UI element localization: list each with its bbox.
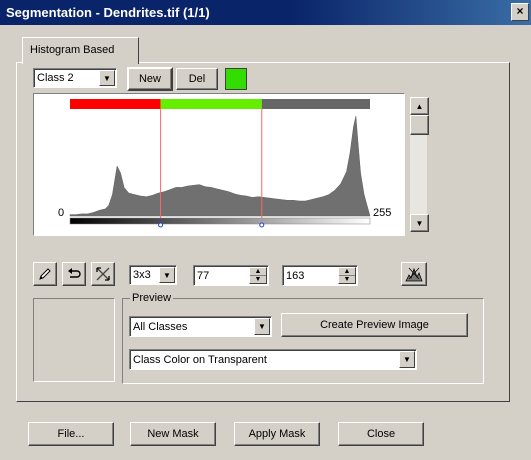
histogram-panel[interactable]: 0 255 xyxy=(33,93,405,236)
upper-threshold-stepper[interactable]: 163 ▲ ▼ xyxy=(282,265,358,286)
spin-up-icon[interactable]: ▲ xyxy=(250,268,266,275)
new-class-label: New xyxy=(138,73,161,85)
window-title: Segmentation - Dendrites.tif (1/1) xyxy=(6,5,210,20)
scroll-up-icon[interactable]: ▲ xyxy=(410,97,429,115)
new-class-button[interactable]: New xyxy=(127,67,173,91)
histogram-peaks-icon xyxy=(405,267,423,282)
spin-down-icon[interactable]: ▼ xyxy=(250,275,266,283)
close-button[interactable]: Close xyxy=(338,422,424,446)
class-color-fill xyxy=(226,69,246,89)
upper-threshold-value: 163 xyxy=(286,269,305,282)
display-mode-value: Class Color on Transparent xyxy=(133,353,267,366)
preview-classes-value: All Classes xyxy=(133,320,188,333)
delete-class-label: Del xyxy=(188,73,206,85)
tab-histogram-based[interactable]: Histogram Based xyxy=(22,37,139,64)
new-mask-label: New Mask xyxy=(147,428,199,440)
spin-up-icon[interactable]: ▲ xyxy=(339,268,355,275)
tab-label: Histogram Based xyxy=(30,44,115,56)
histogram-chart[interactable]: 0 255 xyxy=(34,94,404,235)
threshold-handle-2[interactable] xyxy=(259,222,265,228)
close-icon[interactable]: × xyxy=(511,3,529,21)
class-band-3[interactable] xyxy=(261,99,370,109)
histogram-max-label: 255 xyxy=(373,207,391,219)
preview-group xyxy=(122,298,484,384)
file-button-label: File... xyxy=(57,428,85,440)
chevron-down-icon[interactable]: ▼ xyxy=(254,318,270,335)
histogram-scrollbar[interactable]: ▲ ▼ xyxy=(410,97,429,232)
preview-classes-select[interactable]: All Classes ▼ xyxy=(129,316,272,337)
histogram-profile xyxy=(69,115,371,217)
kernel-size-value: 3x3 xyxy=(133,269,151,281)
create-preview-label: Create Preview Image xyxy=(320,319,429,331)
class-band-1[interactable] xyxy=(70,99,161,109)
class-select[interactable]: Class 2 ▼ xyxy=(33,68,117,88)
gray-ramp xyxy=(69,217,371,225)
histogram-view-button[interactable] xyxy=(401,262,427,286)
class-band-2[interactable] xyxy=(160,99,262,109)
file-button[interactable]: File... xyxy=(28,422,114,446)
pencil-tool-button[interactable] xyxy=(33,262,57,286)
preview-legend: Preview xyxy=(130,292,174,304)
close-button-label: Close xyxy=(366,428,396,440)
lower-threshold-spinner[interactable]: ▲ ▼ xyxy=(249,267,267,284)
class-color-swatch[interactable] xyxy=(225,68,247,90)
upper-threshold-spinner[interactable]: ▲ ▼ xyxy=(338,267,356,284)
chevron-down-icon[interactable]: ▼ xyxy=(159,267,175,283)
scroll-down-icon[interactable]: ▼ xyxy=(410,214,429,232)
new-mask-button[interactable]: New Mask xyxy=(130,422,216,446)
chevron-down-icon[interactable]: ▼ xyxy=(99,70,115,86)
spin-down-icon[interactable]: ▼ xyxy=(339,275,355,283)
scroll-thumb[interactable] xyxy=(410,115,429,135)
undo-icon xyxy=(68,268,81,278)
histogram-min-label: 0 xyxy=(58,207,64,219)
lower-threshold-stepper[interactable]: 77 ▲ ▼ xyxy=(193,265,269,286)
kernel-size-select[interactable]: 3x3 ▼ xyxy=(129,265,177,285)
display-mode-select[interactable]: Class Color on Transparent ▼ xyxy=(129,349,417,370)
chevron-down-icon[interactable]: ▼ xyxy=(399,351,415,368)
crossed-arrows-icon xyxy=(96,267,110,281)
undo-tool-button[interactable] xyxy=(62,262,86,286)
create-preview-button[interactable]: Create Preview Image xyxy=(281,313,468,337)
apply-mask-label: Apply Mask xyxy=(248,428,306,440)
pencil-icon xyxy=(39,268,51,280)
class-select-value: Class 2 xyxy=(37,72,74,84)
threshold-handle-1[interactable] xyxy=(158,222,164,228)
reset-tool-button[interactable] xyxy=(91,262,115,286)
apply-mask-button[interactable]: Apply Mask xyxy=(234,422,320,446)
title-bar: Segmentation - Dendrites.tif (1/1) xyxy=(0,0,531,25)
delete-class-button[interactable]: Del xyxy=(176,68,218,90)
lower-threshold-value: 77 xyxy=(197,269,210,282)
preview-thumbnail xyxy=(33,298,115,382)
